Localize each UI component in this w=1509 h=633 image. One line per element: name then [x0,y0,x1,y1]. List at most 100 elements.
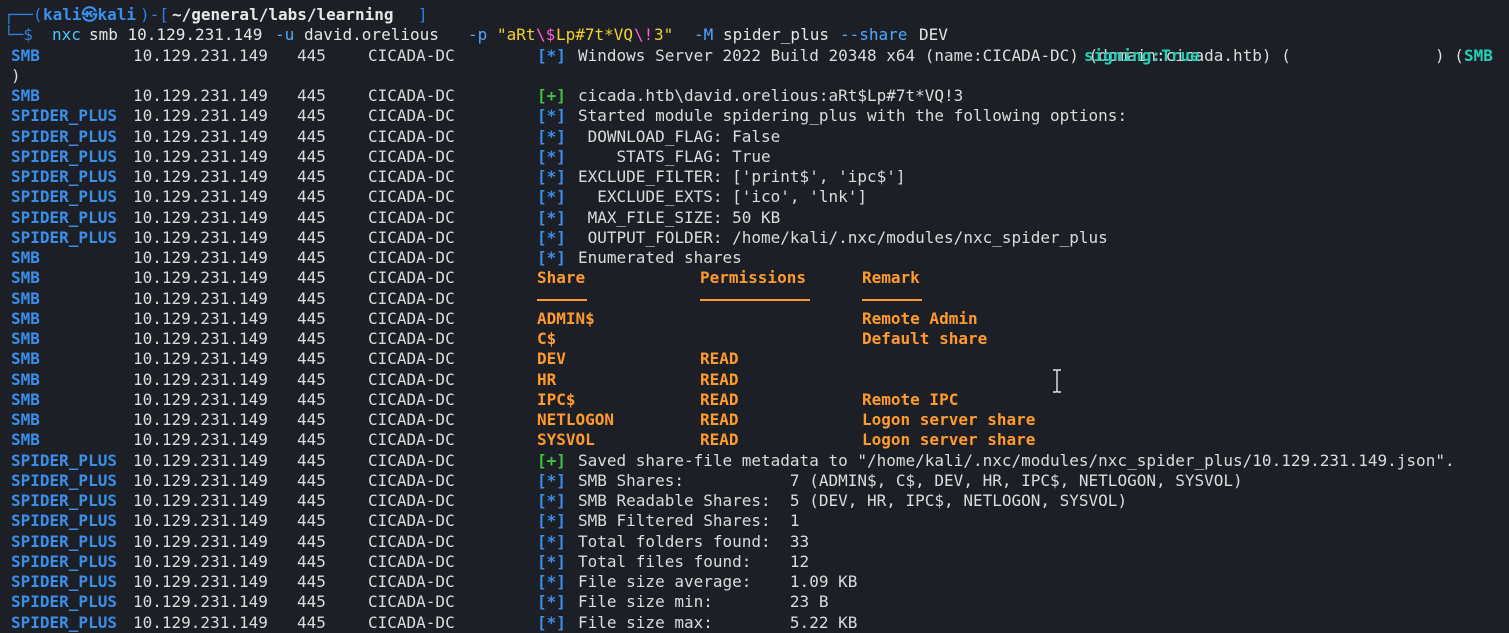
host-port: 445 [297,572,326,591]
host-ip: 10.129.231.149 [133,207,268,227]
share-name: IPC$ [537,389,576,409]
share-permission: READ [700,389,739,409]
share-name: NETLOGON [537,410,615,429]
host-port: 445 [297,551,326,571]
share-remark: Logon server share [862,410,1036,429]
cmd-module: spider_plus [723,25,829,45]
status-message: DOWNLOAD_FLAG: False [578,126,781,146]
output-line: SPIDER_PLUS 10.129.231.149 445 CICADA-DC [*]… [0,511,1509,531]
output-line: SMB 10.129.231.149 445 CICADA-DC [*] Windows … [0,46,1509,66]
host-ip: 10.129.231.149 [133,551,268,571]
host-port: 445 [297,45,326,65]
host-port: 445 [297,288,326,308]
host-info-after: ) ( [1435,45,1464,65]
protocol-label: SMB [11,430,40,450]
protocol-label: SPIDER_PLUS [11,491,117,510]
share-header-underline [537,298,587,301]
terminal-window[interactable]: ┌──( kali㉿kali )-[ ~/general/labs/learni… [0,0,1509,632]
share-permission: READ [700,369,739,389]
protocol-label: SPIDER_PLUS [11,207,117,227]
share-permission: READ [700,349,739,369]
status-message: Total files found: 12 [578,551,810,571]
output-line: SMB 10.129.231.149 445 CICADA-DC Share Permis… [0,268,1509,288]
status-info-marker: [*] [537,45,566,65]
host-ip: 10.129.231.149 [133,268,268,288]
prompt-frame-end: ] [418,5,428,24]
host-ip: 10.129.231.149 [133,572,268,591]
output-line: SPIDER_PLUS 10.129.231.149 445 CICADA-DC [*]… [0,592,1509,612]
share-permission: READ [700,430,739,450]
signing-flag: signing:True [1084,45,1200,65]
protocol-label: SMB [11,329,40,348]
cmd-flag-share: --share [840,25,908,45]
share-header-underline [700,298,810,301]
protocol-label: SMB [11,248,40,267]
host-port: 445 [297,248,326,267]
host-name: CICADA-DC [368,106,455,126]
host-ip: 10.129.231.149 [133,248,268,267]
status-message: SMB Readable Shares: 5 (DEV, HR, IPC$, N… [578,491,1128,510]
host-name: CICADA-DC [368,86,455,105]
host-ip: 10.129.231.149 [133,592,268,612]
output-line: SPIDER_PLUS 10.129.231.149 445 CICADA-DC [*]… [0,127,1509,147]
host-name: CICADA-DC [368,612,455,632]
host-ip: 10.129.231.149 [133,531,268,551]
status-marker: [*] [537,531,566,551]
host-name: CICADA-DC [368,511,455,531]
host-info-tail: SMB [1464,45,1493,65]
cmd-share-arg: DEV [919,25,948,45]
status-marker: [*] [537,551,566,571]
share-name: C$ [537,329,557,348]
output-line: SPIDER_PLUS 10.129.231.149 445 CICADA-DC [*]… [0,208,1509,228]
cmd-pass-part-2: Lp#7t*VQ [556,25,634,45]
cmd-target: smb 10.129.231.149 [89,25,263,45]
cmd-pass-escape-1: \$ [536,25,556,45]
host-name: CICADA-DC [368,572,455,591]
protocol-label: SPIDER_PLUS [11,612,117,632]
host-port: 445 [297,126,326,146]
status-message: File size min: 23 B [578,592,829,612]
host-name: CICADA-DC [368,248,455,267]
cmd-pass-part-3: 3" [654,25,674,45]
status-message: OUTPUT_FOLDER: /home/kali/.nxc/modules/n… [578,227,1108,247]
command-line[interactable]: └─$ nxc smb 10.129.231.149 -u david.orel… [0,25,1509,45]
share-remark: Remote IPC [862,389,959,409]
protocol-label: SPIDER_PLUS [11,126,117,146]
status-message: SMB Shares: 7 (ADMIN$, C$, DEV, HR, IPC$… [578,470,1243,490]
output-line: SMB 10.129.231.149 445 CICADA-DC DEV READ [0,349,1509,369]
host-name: CICADA-DC [368,551,455,571]
protocol-label: SPIDER_PLUS [11,592,117,612]
host-port: 445 [297,491,326,510]
host-port: 445 [297,227,326,247]
output-line: SPIDER_PLUS 10.129.231.149 445 CICADA-DC [*]… [0,147,1509,167]
host-name: CICADA-DC [368,329,455,348]
output-line: SPIDER_PLUS 10.129.231.149 445 CICADA-DC [*]… [0,572,1509,592]
host-ip: 10.129.231.149 [133,187,268,207]
status-marker: [*] [537,511,566,531]
protocol-label: SPIDER_PLUS [11,470,117,490]
output-line: SMB 10.129.231.149 445 CICADA-DC C$ Default s… [0,329,1509,349]
output-line: SPIDER_PLUS 10.129.231.149 445 CICADA-DC [*]… [0,106,1509,126]
host-ip: 10.129.231.149 [133,167,268,186]
share-permission: READ [700,410,739,429]
protocol-label: SPIDER_PLUS [11,450,117,470]
protocol-label: SPIDER_PLUS [11,551,117,571]
prompt-user-host: kali㉿kali [43,5,137,24]
host-name: CICADA-DC [368,389,455,409]
host-port: 445 [297,86,326,105]
status-message: File size max: 5.22 KB [578,612,858,632]
cmd-username: david.orelious [304,25,439,45]
protocol-label: SMB [11,288,40,308]
prompt-frame-bottom: └─$ [4,25,33,45]
share-name: SYSVOL [537,430,595,450]
host-ip: 10.129.231.149 [133,288,268,308]
host-port: 445 [297,511,326,531]
host-ip: 10.129.231.149 [133,491,268,510]
status-message: Enumerated shares [578,248,742,267]
cmd-pass-escape-2: \! [634,25,654,45]
status-message: MAX_FILE_SIZE: 50 KB [578,207,781,227]
share-name: ADMIN$ [537,308,595,328]
host-port: 445 [297,531,326,551]
prompt-cwd: ~/general/labs/learning [172,5,394,24]
host-port: 445 [297,410,326,429]
